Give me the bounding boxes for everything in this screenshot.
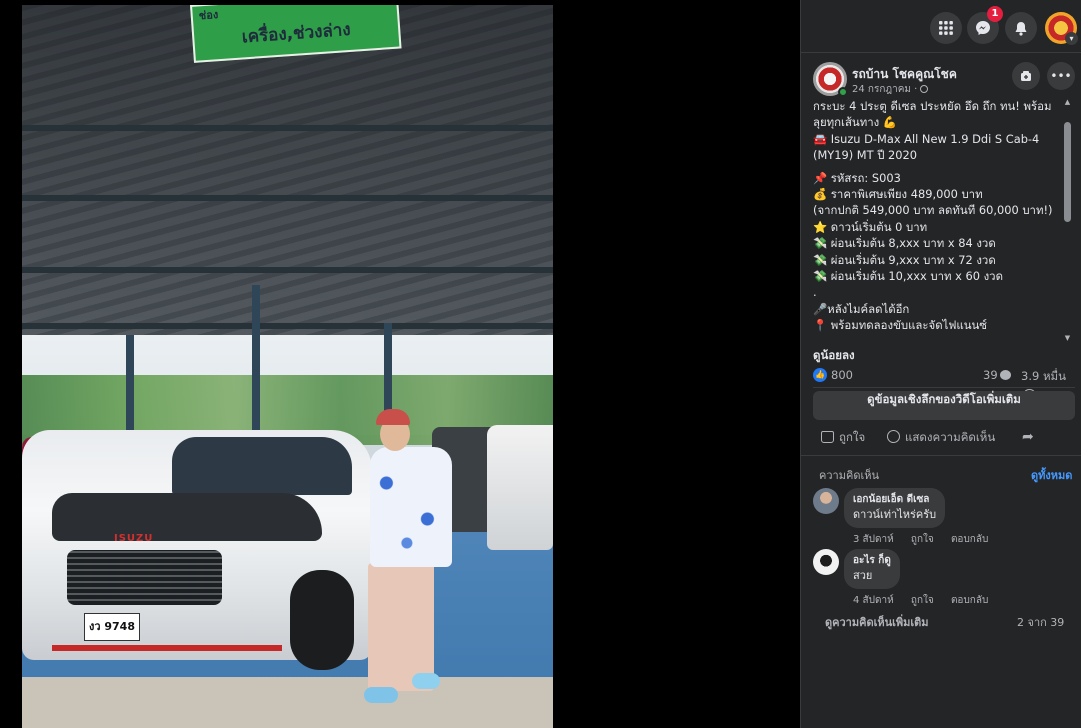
messenger-icon[interactable]: 1 <box>967 6 1003 44</box>
post-text-line: 💸 ผ่อนเริ่มต้น 9,xxx บาท x 72 งวด <box>813 252 996 267</box>
video-frame[interactable]: ช่อง เครื่อง,ช่วงล่าง ISUZU งว 9748 <box>22 5 553 728</box>
video-truck-windshield <box>172 437 352 495</box>
scroll-down-arrow-icon[interactable]: ▼ <box>1063 334 1072 344</box>
notifications-bell-icon[interactable] <box>1005 12 1037 44</box>
more-options-icon[interactable]: ••• <box>1047 62 1075 90</box>
commenter-name[interactable]: เอกน้อยเอ็ด ดีเซล <box>853 492 936 507</box>
post-text-line: กระบะ 4 ประตู ดีเซล ประหยัด อึด ถึก ทน! … <box>813 99 1052 130</box>
commenter-avatar[interactable] <box>813 488 839 514</box>
comment-reply-link[interactable]: ตอบกลับ <box>951 595 988 606</box>
like-button[interactable]: ถูกใจ <box>821 429 865 447</box>
post-text-line: . <box>813 334 817 344</box>
comment-count[interactable]: 39 <box>983 368 1011 382</box>
video-roof-truss <box>22 267 553 273</box>
post-text-line: 📌 รหัสรถ: S003 <box>813 170 901 185</box>
online-status-dot <box>838 87 848 97</box>
comment-time[interactable]: 3 สัปดาห์ <box>853 534 894 545</box>
video-truck-hood <box>52 493 322 541</box>
video-white-truck-right <box>487 425 553 550</box>
post-text-line: 💸 ผ่อนเริ่มต้น 8,xxx บาท x 84 งวด <box>813 236 996 251</box>
post-actions: ถูกใจ แสดงความคิดเห็น ➦ <box>813 427 1075 449</box>
video-roof-truss <box>22 323 553 329</box>
post-side-panel: 1 ▾ รถบ้าน โชคคูณโชค 24 กรกฎาคม · ••• กร… <box>800 0 1081 728</box>
post-date-text: 24 กรกฎาคม · <box>852 84 918 95</box>
comment-count-text: 39 <box>983 368 998 382</box>
post-text-line: 🎤หลังไมค์ลดได้อีก <box>813 301 910 316</box>
video-roof-truss <box>22 125 553 131</box>
video-pillar <box>126 335 134 445</box>
chevron-down-icon[interactable]: ▾ <box>1065 32 1078 45</box>
see-less-link[interactable]: ดูน้อยลง <box>813 347 855 365</box>
comment-like-link[interactable]: ถูกใจ <box>911 534 934 545</box>
post-header: รถบ้าน โชคคูณโชค 24 กรกฎาคม · ••• <box>813 62 1075 98</box>
top-nav-bar: 1 ▾ <box>801 0 1081 52</box>
comment-meta: 3 สัปดาห์ ถูกใจ ตอบกลับ <box>853 532 1002 547</box>
divider <box>813 387 1075 388</box>
comment-bubble: เอกน้อยเอ็ด ดีเซล ดาวน์เท่าไหร่ครับ <box>844 488 946 528</box>
apps-grid-icon[interactable] <box>930 12 962 44</box>
video-man-shoe <box>364 687 398 703</box>
like-reaction-icon[interactable]: 👍 <box>813 368 827 382</box>
view-more-comments-link[interactable]: ดูความคิดเห็นเพิ่มเติม <box>825 613 929 631</box>
video-roof-truss <box>22 195 553 201</box>
comment-pager: 2 จาก 39 <box>1017 616 1065 629</box>
commenter-name[interactable]: อะไร ก็ดู <box>853 553 891 568</box>
commenter-avatar[interactable] <box>813 549 839 575</box>
divider <box>801 52 1081 53</box>
video-man-pants <box>368 563 434 691</box>
post-text-scrollbar[interactable]: ▲ ▼ <box>1063 98 1072 346</box>
post-text-line: 📍 พร้อมทดลองขับและจัดไฟแนนซ์ <box>813 318 988 333</box>
post-date[interactable]: 24 กรกฎาคม · <box>852 82 929 97</box>
video-truck-logo: ISUZU <box>114 533 154 544</box>
comment-text: สวย <box>853 569 873 582</box>
comment-meta: 4 สัปดาห์ ถูกใจ ตอบกลับ <box>853 593 1002 608</box>
share-icon[interactable]: ➦ <box>1022 429 1034 445</box>
comment-text: ดาวน์เท่าไหร่ครับ <box>853 508 937 521</box>
post-text-line: 💸 ผ่อนเริ่มต้น 10,xxx บาท x 60 งวด <box>813 269 1003 284</box>
post-text-line: (จากปกติ 549,000 บาท ลดทันที 60,000 บาท!… <box>813 203 1053 218</box>
video-insights-button[interactable]: ดูข้อมูลเชิงลึกของวิดีโอเพิ่มเติม <box>813 391 1075 420</box>
video-area[interactable]: ช่อง เครื่อง,ช่วงล่าง ISUZU งว 9748 <box>0 0 800 728</box>
comment-bubble: อะไร ก็ดู สวย <box>844 549 900 589</box>
post-text-line: 💰 ราคาพิเศษเพียง 489,000 บาท <box>813 187 983 202</box>
comment-button-label: แสดงความคิดเห็น <box>905 430 996 444</box>
comment-time[interactable]: 4 สัปดาห์ <box>853 595 894 606</box>
video-truck-wheel <box>290 570 354 670</box>
comment-reply-link[interactable]: ตอบกลับ <box>951 534 988 545</box>
like-count[interactable]: 800 <box>831 368 853 382</box>
comment-bubble-icon <box>999 370 1011 380</box>
like-button-label: ถูกใจ <box>839 430 866 444</box>
video-pillar <box>252 285 260 435</box>
post-text-line: . <box>813 285 817 300</box>
see-all-comments-link[interactable]: ดูทั้งหมด <box>1031 466 1072 484</box>
comment-like-link[interactable]: ถูกใจ <box>911 595 934 606</box>
view-count-text: 3.9 หมื่น <box>1021 369 1066 383</box>
video-man-cap <box>376 409 410 425</box>
messenger-badge: 1 <box>987 6 1003 22</box>
comments-header: ความคิดเห็น <box>819 469 879 482</box>
video-curb <box>22 677 553 728</box>
video-man-shoe <box>412 673 440 689</box>
scrollbar-thumb[interactable] <box>1064 122 1071 222</box>
post-text-line: ⭐ ดาวน์เริ่มต้น 0 บาท <box>813 219 928 234</box>
reactions-bar: 👍 800 39 3.9 หมื่น <box>813 367 1075 397</box>
video-license-plate: งว 9748 <box>84 613 140 641</box>
globe-icon <box>920 85 929 93</box>
thumbs-up-icon <box>821 431 834 443</box>
divider <box>801 455 1081 456</box>
scroll-up-arrow-icon[interactable]: ▲ <box>1063 98 1072 108</box>
post-text: กระบะ 4 ประตู ดีเซล ประหยัด อึด ถึก ทน! … <box>813 98 1059 344</box>
video-man-shirt <box>370 447 452 567</box>
comment-icon <box>887 430 900 443</box>
post-text-line: 🚘 Isuzu D-Max All New 1.9 Ddi S Cab-4 (M… <box>813 131 1043 163</box>
video-truck-stripe <box>52 645 282 651</box>
video-truck-grille <box>67 550 222 605</box>
comment-button[interactable]: แสดงความคิดเห็น <box>887 429 995 447</box>
save-post-icon[interactable] <box>1012 62 1040 90</box>
